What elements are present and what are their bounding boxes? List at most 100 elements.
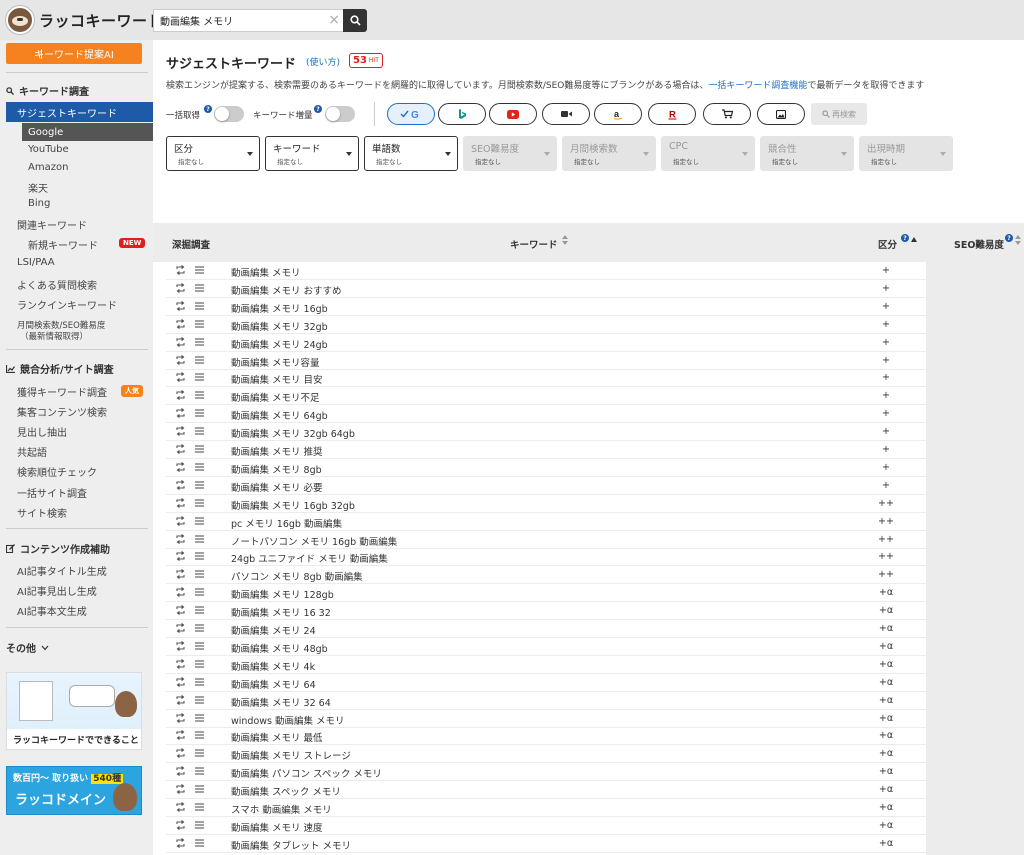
dig-deeper-icon[interactable]	[175, 766, 186, 779]
dig-deeper-icon[interactable]	[175, 837, 186, 851]
dig-deeper-icon[interactable]	[175, 390, 186, 403]
keyword-cell[interactable]: 動画編集 メモリ 8gb	[231, 462, 322, 476]
dig-deeper-icon[interactable]	[175, 318, 186, 332]
rakko-domain-banner[interactable]: 数百円〜 取り扱い 540種 ラッコドメイン	[6, 766, 142, 815]
keyword-cell[interactable]: 動画編集 メモリ 推奨	[231, 444, 323, 458]
engine-google-button[interactable]: G	[387, 103, 435, 125]
menu-icon[interactable]	[195, 606, 204, 617]
sidebar-item-bing[interactable]: Bing	[28, 198, 50, 209]
dig-deeper-icon[interactable]	[175, 336, 186, 350]
keyword-cell[interactable]: pc メモリ 16gb 動画編集	[231, 516, 342, 530]
keyword-cell[interactable]: 動画編集 メモリ 32gb 64gb	[231, 426, 355, 440]
menu-icon[interactable]	[195, 481, 204, 492]
keyword-cell[interactable]: 動画編集 タブレット メモリ	[231, 838, 351, 852]
sidebar-item-cooccurrence[interactable]: 共起語	[17, 444, 47, 459]
engine-image-button[interactable]	[757, 103, 805, 125]
dig-deeper-icon[interactable]	[175, 426, 186, 439]
dig-deeper-icon[interactable]	[175, 497, 186, 511]
help-icon[interactable]: ?	[1005, 234, 1013, 242]
keyword-cell[interactable]: スマホ 動画編集 メモリ	[231, 802, 332, 816]
sidebar-item-ai-heading[interactable]: AI記事見出し生成	[17, 583, 97, 598]
dig-deeper-icon[interactable]	[175, 802, 186, 815]
sidebar-item-faq-search[interactable]: よくある質問検索	[17, 277, 97, 292]
keyword-cell[interactable]: パソコン メモリ 8gb 動画編集	[231, 569, 363, 583]
keyword-cell[interactable]: 動画編集 メモリ	[231, 265, 301, 279]
sidebar-item-acquired-keywords[interactable]: 獲得キーワード調査	[17, 384, 107, 399]
keyword-cell[interactable]: 動画編集 メモリ容量	[231, 355, 320, 369]
menu-icon[interactable]	[195, 517, 204, 528]
menu-icon[interactable]	[195, 355, 204, 367]
dig-deeper-icon[interactable]	[175, 605, 186, 618]
menu-icon[interactable]	[195, 713, 204, 725]
app-logo[interactable]: ラッコキーワード	[6, 5, 163, 35]
menu-icon[interactable]	[195, 731, 204, 742]
dig-deeper-icon[interactable]	[175, 265, 186, 278]
col-header-category[interactable]: 区分	[878, 237, 897, 251]
keyword-cell[interactable]: windows 動画編集 メモリ	[231, 713, 345, 727]
engine-video-button[interactable]	[542, 103, 590, 125]
sidebar-item-ai-title[interactable]: AI記事タイトル生成	[17, 563, 107, 578]
filter-dropdown[interactable]: 単語数 指定なし	[364, 136, 458, 171]
dig-deeper-icon[interactable]	[175, 354, 186, 368]
dig-deeper-icon[interactable]	[175, 408, 186, 421]
keyword-cell[interactable]: 動画編集 メモリ 24	[231, 623, 316, 637]
dig-deeper-icon[interactable]	[175, 658, 186, 672]
keyword-cell[interactable]: 24gb ユニファイド メモリ 動画編集	[231, 551, 388, 565]
menu-icon[interactable]	[195, 409, 204, 420]
keyword-cell[interactable]: 動画編集 メモリ 64gb	[231, 408, 328, 422]
keyword-ai-button[interactable]: キーワード提案AI	[6, 43, 142, 64]
menu-icon[interactable]	[195, 284, 204, 295]
sidebar-item-ai-body[interactable]: AI記事本文生成	[17, 603, 87, 618]
sidebar-item-amazon[interactable]: Amazon	[28, 162, 68, 173]
keyword-cell[interactable]: ノートパソコン メモリ 16gb 動画編集	[231, 534, 397, 548]
menu-icon[interactable]	[195, 803, 204, 814]
keyword-cell[interactable]: 動画編集 スペック メモリ	[231, 784, 341, 798]
menu-icon[interactable]	[195, 642, 204, 653]
menu-icon[interactable]	[195, 391, 204, 402]
keyword-cell[interactable]: 動画編集 メモリ 4k	[231, 659, 315, 673]
dig-deeper-icon[interactable]	[175, 712, 186, 726]
bulk-fetch-toggle[interactable]	[214, 106, 244, 122]
menu-icon[interactable]	[195, 266, 204, 277]
dig-deeper-icon[interactable]	[175, 623, 186, 636]
howto-link[interactable]: (使い方)	[306, 55, 340, 68]
clear-search-icon[interactable]: ×	[328, 12, 340, 28]
keyword-cell[interactable]: 動画編集 パソコン スペック メモリ	[231, 766, 382, 780]
keyword-cell[interactable]: 動画編集 メモリ ストレージ	[231, 748, 351, 762]
dig-deeper-icon[interactable]	[175, 300, 186, 314]
dig-deeper-icon[interactable]	[175, 282, 186, 296]
engine-amazon-button[interactable]: a	[594, 103, 642, 125]
engine-rakuten-button[interactable]: R	[648, 103, 696, 125]
keyword-cell[interactable]: 動画編集 メモリ 24gb	[231, 337, 328, 351]
keyword-cell[interactable]: 動画編集 メモリ 32 64	[231, 695, 331, 709]
dig-deeper-icon[interactable]	[175, 748, 186, 761]
help-icon[interactable]: ?	[314, 105, 322, 113]
help-icon[interactable]: ?	[901, 234, 909, 242]
menu-icon[interactable]	[195, 749, 204, 760]
keyword-cell[interactable]: 動画編集 メモリ 16gb 32gb	[231, 498, 355, 512]
menu-icon[interactable]	[195, 534, 204, 546]
rescan-button[interactable]: 再検索	[811, 103, 867, 125]
keyword-expand-toggle[interactable]	[325, 106, 355, 122]
keyword-cell[interactable]: 動画編集 メモリ 最低	[231, 730, 323, 744]
dig-deeper-icon[interactable]	[175, 533, 186, 547]
sidebar-item-attract-content[interactable]: 集客コンテンツ検索	[17, 404, 107, 419]
sidebar-item-rank-check[interactable]: 検索順位チェック	[17, 464, 97, 479]
search-button[interactable]	[343, 9, 367, 32]
keyword-cell[interactable]: 動画編集 メモリ 128gb	[231, 587, 334, 601]
features-banner[interactable]: ラッコキーワードでできること	[6, 672, 142, 750]
keyword-cell[interactable]: 動画編集 メモリ 目安	[231, 372, 323, 386]
sort-icon[interactable]	[1015, 235, 1021, 245]
filter-dropdown[interactable]: キーワード 指定なし	[265, 136, 359, 171]
menu-icon[interactable]	[195, 570, 204, 581]
dig-deeper-icon[interactable]	[175, 479, 186, 493]
dig-deeper-icon[interactable]	[175, 515, 186, 529]
dig-deeper-icon[interactable]	[175, 819, 186, 833]
search-input[interactable]	[154, 10, 324, 31]
sort-asc-icon[interactable]	[911, 237, 917, 242]
sidebar-item-youtube[interactable]: YouTube	[28, 144, 69, 155]
keyword-cell[interactable]: 動画編集 メモリ 64	[231, 677, 316, 691]
menu-icon[interactable]	[195, 373, 204, 384]
sidebar-item-rakuten[interactable]: 楽天	[28, 180, 48, 195]
keyword-cell[interactable]: 動画編集 メモリ 32gb	[231, 319, 328, 333]
